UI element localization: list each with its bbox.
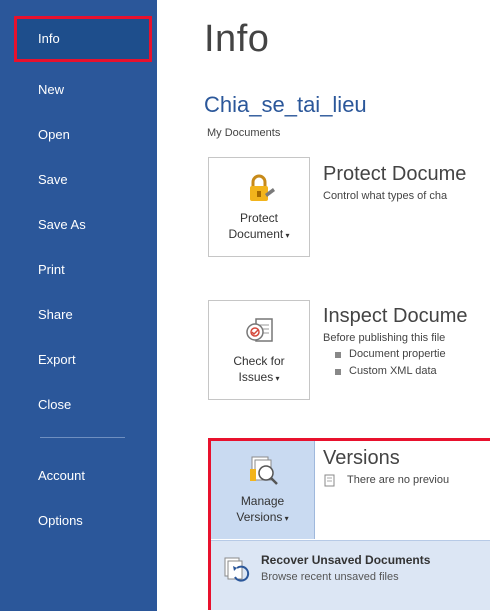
sidebar-item-share[interactable]: Share xyxy=(14,292,152,337)
sidebar-item-account[interactable]: Account xyxy=(14,453,152,498)
manage-versions-label-2: Versions xyxy=(236,510,283,524)
sidebar-item-options[interactable]: Options xyxy=(14,498,152,543)
sidebar-item-new[interactable]: New xyxy=(14,67,152,112)
chevron-down-icon: ▾ xyxy=(282,514,289,523)
check-for-issues-button[interactable]: Check for Issues ▾ xyxy=(208,300,310,400)
recover-unsaved-documents-item[interactable]: Recover Unsaved Documents Browse recent … xyxy=(211,540,490,610)
manage-versions-label-1: Manage xyxy=(240,494,285,508)
sidebar-item-print[interactable]: Print xyxy=(14,247,152,292)
document-location: My Documents xyxy=(207,127,281,139)
versions-heading: Versions xyxy=(323,447,400,469)
page-title: Info xyxy=(204,18,270,60)
inspect-document-icon xyxy=(243,315,277,349)
inspect-bullet-2: Custom XML data xyxy=(349,365,437,377)
chevron-down-icon: ▾ xyxy=(283,231,290,240)
sidebar-item-info[interactable]: Info xyxy=(14,16,152,62)
protect-document-label-1: Protect xyxy=(239,211,278,225)
inspect-bullet-1: Document propertie xyxy=(349,348,446,360)
chevron-down-icon: ▾ xyxy=(273,374,280,383)
document-icon xyxy=(324,474,336,487)
protect-description: Control what types of cha xyxy=(323,190,448,202)
backstage-sidebar: Info New Open Save Save As Print Share E… xyxy=(0,0,157,611)
protect-document-label-2: Document xyxy=(228,227,284,241)
recover-documents-icon xyxy=(221,555,251,585)
document-name: Chia_se_tai_lieu xyxy=(204,92,367,117)
check-for-issues-label-2: Issues xyxy=(238,370,274,384)
versions-description: There are no previou xyxy=(347,474,450,486)
inspect-heading: Inspect Docume xyxy=(323,305,468,327)
bullet-icon xyxy=(335,369,341,375)
sidebar-item-close[interactable]: Close xyxy=(14,382,152,427)
info-pane: Info Chia_se_tai_lieu My Documents Prote… xyxy=(157,0,490,611)
sidebar-item-export[interactable]: Export xyxy=(14,337,152,382)
protect-document-button[interactable]: Protect Document ▾ xyxy=(208,157,310,257)
recover-unsaved-title: Recover Unsaved Documents xyxy=(261,553,431,567)
sidebar-item-save[interactable]: Save xyxy=(14,157,152,202)
sidebar-item-open[interactable]: Open xyxy=(14,112,152,157)
lock-icon xyxy=(243,172,277,206)
manage-versions-icon xyxy=(246,453,280,487)
check-for-issues-label-1: Check for xyxy=(233,354,285,368)
inspect-description: Before publishing this file xyxy=(323,332,446,344)
protect-heading: Protect Docume xyxy=(323,163,467,185)
recover-unsaved-subtitle: Browse recent unsaved files xyxy=(261,571,399,583)
sidebar-divider xyxy=(40,437,125,438)
manage-versions-button[interactable]: Manage Versions ▾ xyxy=(211,441,315,539)
bullet-icon xyxy=(335,352,341,358)
sidebar-item-save-as[interactable]: Save As xyxy=(14,202,152,247)
